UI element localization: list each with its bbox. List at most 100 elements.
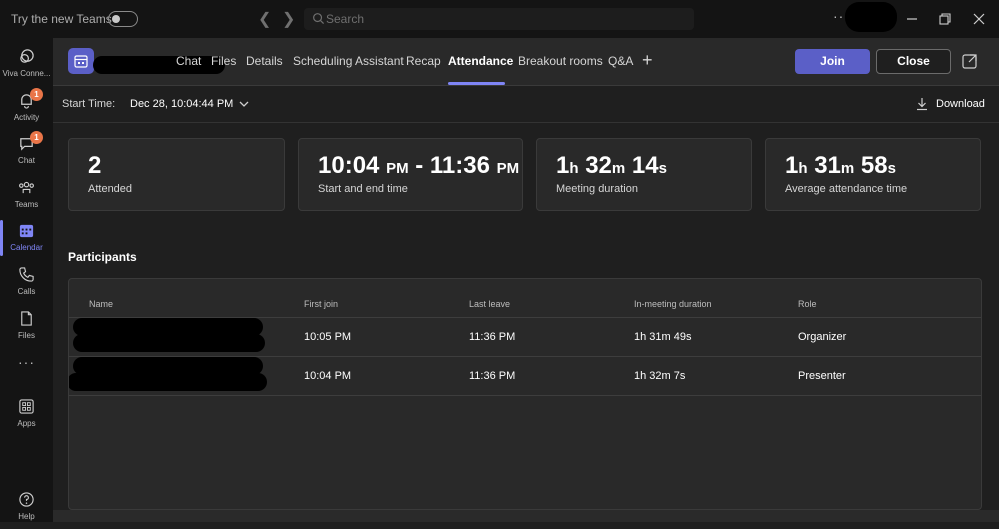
tab-files[interactable]: Files: [211, 54, 236, 68]
column-header-role[interactable]: Role: [798, 299, 817, 309]
rail-label: Files: [18, 331, 35, 340]
column-header-first-join[interactable]: First join: [304, 299, 338, 309]
add-tab-icon[interactable]: +: [642, 50, 653, 71]
duration-seconds: 14: [631, 152, 659, 179]
minimize-icon[interactable]: [902, 9, 922, 29]
start-end-value: 10:04 PM - 11:36 PM: [318, 152, 519, 180]
forward-arrow-icon[interactable]: ❯: [282, 9, 295, 29]
average-attendance-caption: Average attendance time: [785, 183, 908, 195]
tab-chat[interactable]: Chat: [176, 54, 201, 68]
help-icon: [19, 492, 34, 507]
first-join-cell: 10:05 PM: [304, 331, 352, 343]
rail-label: Chat: [18, 156, 35, 165]
start-end-caption: Start and end time: [318, 183, 408, 195]
rail-label: Activity: [13, 113, 40, 122]
redacted-name: [73, 334, 265, 352]
avg-hours: 1: [785, 152, 799, 179]
seconds-unit: s: [887, 160, 896, 177]
rail-item-help[interactable]: Help: [0, 487, 53, 529]
try-new-teams-label: Try the new Teams: [11, 12, 112, 26]
back-arrow-icon[interactable]: ❮: [258, 9, 271, 29]
chevron-down-icon[interactable]: [238, 98, 250, 110]
tab-attendance[interactable]: Attendance: [448, 54, 513, 68]
tab-recap[interactable]: Recap: [406, 54, 441, 68]
new-teams-toggle[interactable]: [108, 11, 138, 27]
close-window-icon[interactable]: [969, 9, 989, 29]
rail-item-activity[interactable]: 1 Activity: [0, 88, 53, 130]
start-time: 10:04: [318, 152, 380, 179]
average-attendance-card: 1h 31m 58s Average attendance time: [765, 138, 981, 211]
calendar-icon: [74, 55, 88, 68]
tab-scheduling-assistant[interactable]: Scheduling Assistant: [293, 54, 404, 68]
active-tab-indicator: [448, 82, 505, 85]
hours-unit: h: [569, 160, 579, 177]
join-button[interactable]: Join: [795, 49, 870, 74]
column-header-name[interactable]: Name: [89, 299, 113, 309]
start-time-value[interactable]: Dec 28, 10:04:44 PM: [130, 98, 233, 110]
duration-cell: 1h 31m 49s: [634, 331, 692, 343]
rail-item-chat[interactable]: 1 Chat: [0, 131, 53, 173]
meeting-header: Chat Files Details Scheduling Assistant …: [53, 38, 999, 86]
redacted-name: [69, 373, 267, 391]
role-cell: Organizer: [798, 331, 847, 343]
search-icon: [313, 13, 325, 25]
rail-label: Calls: [17, 287, 36, 296]
tab-details[interactable]: Details: [246, 54, 283, 68]
meeting-duration-card: 1h 32m 14s Meeting duration: [536, 138, 752, 211]
table-row[interactable]: 10:04 PM 11:36 PM 1h 32m 7s Presenter: [69, 356, 981, 395]
start-end-card: 10:04 PM - 11:36 PM Start and end time: [298, 138, 523, 211]
rail-item-teams[interactable]: Teams: [0, 175, 53, 217]
rail-label: Teams: [14, 200, 39, 209]
toggle-knob: [112, 15, 120, 23]
column-header-last-leave[interactable]: Last leave: [469, 299, 510, 309]
file-icon: [21, 311, 32, 326]
hours-unit: h: [798, 160, 808, 177]
search-input[interactable]: [326, 8, 686, 30]
attended-caption: Attended: [88, 183, 133, 195]
column-header-duration[interactable]: In-meeting duration: [634, 299, 712, 309]
rail-item-files[interactable]: Files: [0, 306, 53, 348]
search-box[interactable]: [304, 8, 694, 30]
tab-qa[interactable]: Q&A: [608, 54, 633, 68]
scroll-area-bottom: [53, 510, 999, 522]
download-icon[interactable]: [915, 97, 929, 111]
attendance-toolbar: Start Time: Dec 28, 10:04:44 PM Download: [53, 86, 999, 123]
close-button[interactable]: Close: [876, 49, 951, 74]
duration-cell: 1h 32m 7s: [634, 370, 686, 382]
teams-icon: [19, 181, 34, 194]
meeting-calendar-tile: [68, 48, 94, 74]
download-button[interactable]: Download: [936, 98, 985, 110]
rail-item-apps[interactable]: Apps: [0, 394, 53, 436]
time-separator: -: [415, 152, 424, 179]
restore-icon[interactable]: [935, 9, 955, 29]
meeting-duration-value: 1h 32m 14s: [556, 152, 667, 180]
start-ampm: PM: [386, 160, 409, 177]
tab-breakout-rooms[interactable]: Breakout rooms: [518, 54, 603, 68]
chat-badge: 1: [30, 131, 43, 144]
last-leave-cell: 11:36 PM: [469, 370, 516, 382]
role-cell: Presenter: [798, 370, 846, 382]
viva-connections-icon: [20, 49, 34, 63]
rail-item-calendar[interactable]: Calendar: [0, 218, 53, 260]
minutes-unit: m: [611, 160, 626, 177]
rail-item-viva-connections[interactable]: Viva Conne...: [0, 44, 53, 86]
table-divider: [69, 395, 981, 396]
start-time-label: Start Time:: [62, 98, 116, 110]
table-row[interactable]: 10:05 PM 11:36 PM 1h 31m 49s Organizer: [69, 317, 981, 356]
rail-label: Viva Conne...: [2, 69, 51, 78]
more-apps-icon[interactable]: ···: [0, 354, 53, 370]
participants-table: Name First join Last leave In-meeting du…: [68, 278, 982, 510]
attended-card: 2 Attended: [68, 138, 285, 211]
end-ampm: PM: [496, 160, 520, 177]
calendar-icon: [19, 224, 34, 238]
minutes-unit: m: [840, 160, 855, 177]
duration-minutes: 32: [585, 152, 612, 179]
activity-badge: 1: [30, 88, 43, 101]
avg-seconds: 58: [860, 152, 888, 179]
redacted-profile[interactable]: [845, 2, 897, 32]
pop-out-icon[interactable]: [961, 52, 979, 70]
duration-hours: 1: [556, 152, 570, 179]
title-bar: Try the new Teams ❮ ❯ ···: [0, 0, 999, 38]
rail-item-calls[interactable]: Calls: [0, 262, 53, 304]
first-join-cell: 10:04 PM: [304, 370, 352, 382]
